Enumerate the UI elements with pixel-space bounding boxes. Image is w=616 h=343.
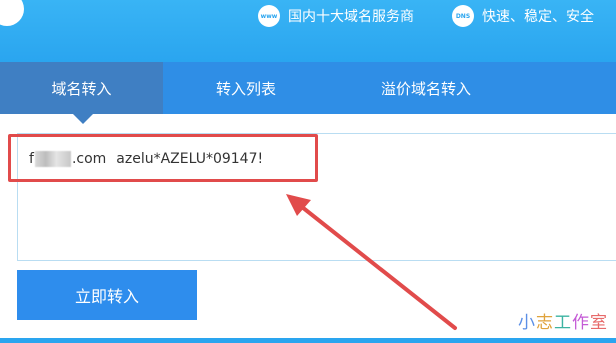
tab-premium-domain-transfer[interactable]: 溢价域名转入 — [340, 62, 512, 114]
feature-domain-provider: www 国内十大域名服务商 — [258, 5, 414, 27]
feature-dns: DNS 快速、稳定、安全 — [452, 5, 594, 27]
tab-domain-transfer-in[interactable]: 域名转入 — [0, 62, 163, 114]
watermark: 小志工作室 — [518, 308, 608, 333]
feature-dns-label: 快速、稳定、安全 — [482, 9, 594, 25]
bottom-border — [0, 338, 616, 343]
watermark-char-3: 工 — [554, 313, 572, 333]
watermark-char-5: 室 — [590, 313, 608, 333]
submit-transfer-button[interactable]: 立即转入 — [17, 270, 197, 320]
banner-logo-fragment — [0, 0, 24, 26]
red-highlight-box — [8, 134, 318, 182]
top-banner: www 国内十大域名服务商 DNS 快速、稳定、安全 — [0, 0, 616, 62]
dns-icon: DNS — [452, 5, 474, 27]
tab-transfer-list[interactable]: 转入列表 — [168, 62, 324, 114]
tab-bar: 域名转入 转入列表 溢价域名转入 — [0, 62, 616, 114]
watermark-char-4: 作 — [572, 313, 590, 333]
watermark-char-2: 志 — [536, 313, 554, 333]
www-icon: www — [258, 5, 280, 27]
active-tab-pointer — [73, 114, 93, 124]
watermark-char-1: 小 — [518, 313, 536, 333]
feature-domain-provider-label: 国内十大域名服务商 — [288, 9, 414, 25]
